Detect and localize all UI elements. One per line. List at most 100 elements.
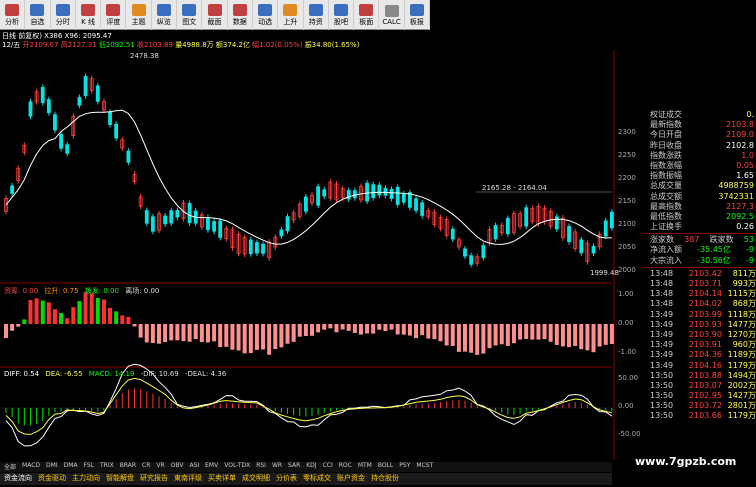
tick-price: 2103.99	[688, 309, 722, 319]
indicator-tab[interactable]: RSI	[256, 462, 266, 472]
candle-body	[285, 216, 290, 232]
indicator-tab[interactable]: BOLL	[378, 462, 393, 472]
panel-row-value: 4988759	[718, 181, 754, 191]
candle-body	[248, 239, 253, 255]
toolbar-button-11[interactable]: 上升	[278, 0, 304, 30]
tick-time: 13:48	[650, 299, 674, 309]
indicator-tab[interactable]: OBV	[171, 462, 184, 472]
indicator-tab[interactable]: CR	[142, 462, 150, 472]
panel-row-label: 上证换手	[650, 222, 682, 232]
tick-row: 13:50 2103.72 2801万	[644, 401, 756, 411]
tick-time: 13:49	[650, 340, 674, 350]
toolbar-button-7[interactable]: 图文	[177, 0, 203, 30]
mid-y-tick-label: 1.00	[618, 290, 634, 298]
function-tab[interactable]: 买卖详单	[208, 473, 236, 485]
indicator-tab[interactable]: CCI	[323, 462, 333, 472]
toolbar-button-1[interactable]: 自选	[25, 0, 51, 30]
indicator-bar	[469, 324, 474, 353]
indicator-bar	[310, 324, 314, 336]
indicator-tab[interactable]: VOL-TDX	[224, 462, 250, 472]
indicator-tab[interactable]: SAR	[288, 462, 300, 472]
function-tab[interactable]: 持仓股份	[371, 473, 399, 485]
kline-chart[interactable]: 2300 2250 2200 2150 2100 2050 2000 1.00 0.00 -1.0…	[0, 50, 756, 460]
panel-row: 上证换手 0.26	[644, 222, 756, 232]
indicator-bar	[432, 324, 437, 340]
toolbar-icon	[55, 3, 70, 16]
candle-body	[261, 243, 265, 254]
macd-indicator-label: DIFF: 0.54 DEA: -6.55 MACD: 14.19 -DIF: …	[4, 370, 226, 378]
function-tab[interactable]: 成交明细	[242, 473, 270, 485]
function-tab[interactable]: 零标成交	[303, 473, 331, 485]
macd-label-dea: DEA: -6.55	[45, 370, 83, 378]
indicator-tab[interactable]: MCST	[416, 462, 433, 472]
low-annotation: 1999.48	[590, 269, 619, 277]
indicator-tab[interactable]: ASI	[189, 462, 199, 472]
indicator-tab[interactable]: TRIX	[100, 462, 114, 472]
candle-body	[401, 193, 406, 203]
panel-row-label: 昨日收盘	[650, 140, 682, 150]
indicator-bar	[389, 324, 394, 330]
indicator-tab[interactable]: MTM	[358, 462, 372, 472]
candle-body	[59, 134, 63, 149]
candle-body	[83, 76, 88, 97]
toolbar-label: 截面	[207, 17, 222, 26]
tick-time: 13:49	[650, 309, 674, 319]
indicator-tab[interactable]: 全部	[4, 462, 16, 472]
moving-average-line	[5, 109, 612, 245]
indicator-bar	[16, 324, 21, 327]
indicator-bar	[603, 324, 608, 345]
candle-body	[481, 245, 486, 259]
flow-value: -35.45亿	[697, 245, 731, 255]
toolbar-button-0[interactable]: 分析	[0, 0, 26, 30]
function-tab[interactable]: 资金驱动	[38, 473, 66, 485]
indicator-tab[interactable]: EMV	[205, 462, 218, 472]
y-tick-label: 2050	[618, 243, 636, 251]
panel-row: 总成交额 3742331	[644, 192, 756, 202]
function-tab[interactable]: 分价表	[276, 473, 297, 485]
indicator-tab[interactable]: DMA	[64, 462, 78, 472]
function-tab[interactable]: 東南评级	[174, 473, 202, 485]
candle-body	[450, 228, 455, 240]
function-tab[interactable]: 资金流向	[4, 473, 32, 485]
toolbar-button-10[interactable]: 动选	[253, 0, 279, 30]
indicator-tab[interactable]: DMI	[46, 462, 58, 472]
indicator-tab[interactable]: ROC	[339, 462, 352, 472]
toolbar-button-13[interactable]: 股吧	[329, 0, 355, 30]
panel-row-label: 指数涨跌	[650, 150, 682, 160]
toolbar-button-16[interactable]: 板报	[405, 0, 431, 30]
toolbar-button-4[interactable]: 评度	[101, 0, 127, 30]
indicator-tab[interactable]: WR	[272, 462, 282, 472]
tick-row: 13:49 2103.93 1477万	[644, 320, 756, 330]
tick-price: 2104.02	[688, 299, 722, 309]
indicator-tab[interactable]: PSY	[399, 462, 410, 472]
ohlc-field: 12/五	[2, 41, 23, 49]
panel-row: 指数涨跌 1.0	[644, 151, 756, 161]
toolbar-button-5[interactable]: 主题	[126, 0, 152, 30]
toolbar-button-14[interactable]: 板面	[354, 0, 380, 30]
indicator-bar	[193, 324, 198, 340]
toolbar-label: 持资	[308, 17, 323, 26]
indicator-tab[interactable]: FSL	[84, 462, 95, 472]
indicator-bar	[236, 324, 241, 351]
indicator-tab[interactable]: VR	[156, 462, 164, 472]
toolbar-button-2[interactable]: 分时	[51, 0, 76, 30]
indicator-bar	[518, 324, 523, 340]
indicator-tab[interactable]: KDJ	[306, 462, 316, 472]
indicator-bar	[267, 324, 272, 355]
toolbar-button-8[interactable]: 截面	[202, 0, 228, 30]
toolbar-button-3[interactable]: K 线	[76, 0, 102, 30]
toolbar-button-6[interactable]: 纵览	[152, 0, 178, 30]
indicator-bar	[291, 324, 296, 342]
function-tab[interactable]: 账户资金	[337, 473, 365, 485]
toolbar-button-15[interactable]: CALC	[379, 0, 405, 30]
candle-body	[463, 248, 467, 257]
function-tab[interactable]: 主力动向	[72, 473, 100, 485]
indicator-tab[interactable]: BRAR	[120, 462, 136, 472]
toolbar-icon	[283, 3, 298, 16]
function-tab[interactable]: 研究报告	[140, 473, 168, 485]
toolbar-button-12[interactable]: 持资	[304, 0, 329, 30]
indicator-tab[interactable]: MACD	[22, 462, 40, 472]
toolbar-button-9[interactable]: 数据	[228, 0, 253, 30]
ohlc-field: 振34.80(1.65%)	[304, 41, 360, 49]
function-tab[interactable]: 智能解盘	[106, 473, 134, 485]
